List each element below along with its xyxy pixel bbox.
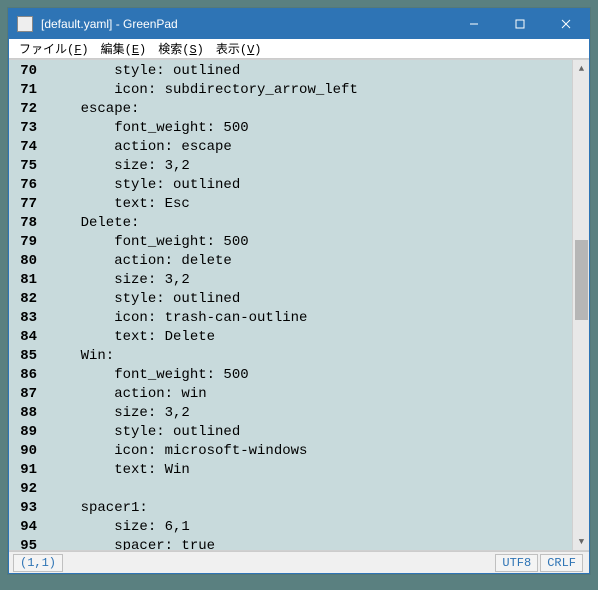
line-number: 71 xyxy=(11,81,37,100)
code-line[interactable]: action: win xyxy=(47,385,572,404)
line-number: 75 xyxy=(11,157,37,176)
minimize-button[interactable] xyxy=(451,9,497,39)
app-window: [default.yaml] - GreenPad ファイル(F) 編集(E) … xyxy=(8,8,590,574)
app-icon xyxy=(17,16,33,32)
line-number: 93 xyxy=(11,499,37,518)
status-cursor-position: (1,1) xyxy=(13,554,63,572)
code-line[interactable]: icon: subdirectory_arrow_left xyxy=(47,81,572,100)
line-number: 88 xyxy=(11,404,37,423)
editor[interactable]: 7071727374757677787980818283848586878889… xyxy=(9,59,589,551)
code-line[interactable]: escape: xyxy=(47,100,572,119)
line-number: 82 xyxy=(11,290,37,309)
menu-edit[interactable]: 編集(E) xyxy=(95,40,153,57)
code-line[interactable] xyxy=(47,480,572,499)
line-number-gutter: 7071727374757677787980818283848586878889… xyxy=(9,60,43,550)
code-line[interactable]: font_weight: 500 xyxy=(47,366,572,385)
scrollbar-thumb[interactable] xyxy=(575,240,588,320)
menubar: ファイル(F) 編集(E) 検索(S) 表示(V) xyxy=(9,39,589,59)
vertical-scrollbar[interactable]: ▲ ▼ xyxy=(572,60,589,550)
code-line[interactable]: size: 3,2 xyxy=(47,271,572,290)
maximize-button[interactable] xyxy=(497,9,543,39)
line-number: 72 xyxy=(11,100,37,119)
code-line[interactable]: text: Esc xyxy=(47,195,572,214)
code-line[interactable]: size: 3,2 xyxy=(47,157,572,176)
code-line[interactable]: action: delete xyxy=(47,252,572,271)
code-area[interactable]: style: outlined icon: subdirectory_arrow… xyxy=(43,60,572,550)
line-number: 87 xyxy=(11,385,37,404)
menu-file[interactable]: ファイル(F) xyxy=(13,40,95,57)
code-line[interactable]: font_weight: 500 xyxy=(47,233,572,252)
line-number: 74 xyxy=(11,138,37,157)
code-line[interactable]: text: Delete xyxy=(47,328,572,347)
menu-view[interactable]: 表示(V) xyxy=(210,40,268,57)
code-line[interactable]: icon: trash-can-outline xyxy=(47,309,572,328)
close-button[interactable] xyxy=(543,9,589,39)
code-line[interactable]: Win: xyxy=(47,347,572,366)
line-number: 86 xyxy=(11,366,37,385)
window-title: [default.yaml] - GreenPad xyxy=(41,17,451,31)
line-number: 92 xyxy=(11,480,37,499)
code-line[interactable]: icon: microsoft-windows xyxy=(47,442,572,461)
line-number: 78 xyxy=(11,214,37,233)
close-icon xyxy=(561,19,571,29)
line-number: 77 xyxy=(11,195,37,214)
line-number: 83 xyxy=(11,309,37,328)
code-line[interactable]: size: 6,1 xyxy=(47,518,572,537)
line-number: 89 xyxy=(11,423,37,442)
status-encoding: UTF8 xyxy=(495,554,538,572)
code-line[interactable]: spacer1: xyxy=(47,499,572,518)
code-line[interactable]: style: outlined xyxy=(47,62,572,81)
line-number: 94 xyxy=(11,518,37,537)
code-line[interactable]: Delete: xyxy=(47,214,572,233)
code-line[interactable]: style: outlined xyxy=(47,176,572,195)
line-number: 91 xyxy=(11,461,37,480)
code-line[interactable]: style: outlined xyxy=(47,290,572,309)
code-line[interactable]: action: escape xyxy=(47,138,572,157)
line-number: 79 xyxy=(11,233,37,252)
status-eol: CRLF xyxy=(540,554,583,572)
line-number: 95 xyxy=(11,537,37,551)
line-number: 80 xyxy=(11,252,37,271)
code-line[interactable]: style: outlined xyxy=(47,423,572,442)
line-number: 81 xyxy=(11,271,37,290)
titlebar[interactable]: [default.yaml] - GreenPad xyxy=(9,9,589,39)
maximize-icon xyxy=(515,19,525,29)
scroll-down-arrow-icon[interactable]: ▼ xyxy=(573,533,589,550)
line-number: 85 xyxy=(11,347,37,366)
window-controls xyxy=(451,9,589,39)
minimize-icon xyxy=(469,19,479,29)
code-line[interactable]: spacer: true xyxy=(47,537,572,551)
line-number: 70 xyxy=(11,62,37,81)
statusbar: (1,1) UTF8 CRLF xyxy=(9,551,589,573)
scroll-up-arrow-icon[interactable]: ▲ xyxy=(573,60,589,77)
line-number: 90 xyxy=(11,442,37,461)
line-number: 73 xyxy=(11,119,37,138)
line-number: 84 xyxy=(11,328,37,347)
code-line[interactable]: size: 3,2 xyxy=(47,404,572,423)
code-line[interactable]: text: Win xyxy=(47,461,572,480)
line-number: 76 xyxy=(11,176,37,195)
menu-search[interactable]: 検索(S) xyxy=(152,40,210,57)
code-line[interactable]: font_weight: 500 xyxy=(47,119,572,138)
